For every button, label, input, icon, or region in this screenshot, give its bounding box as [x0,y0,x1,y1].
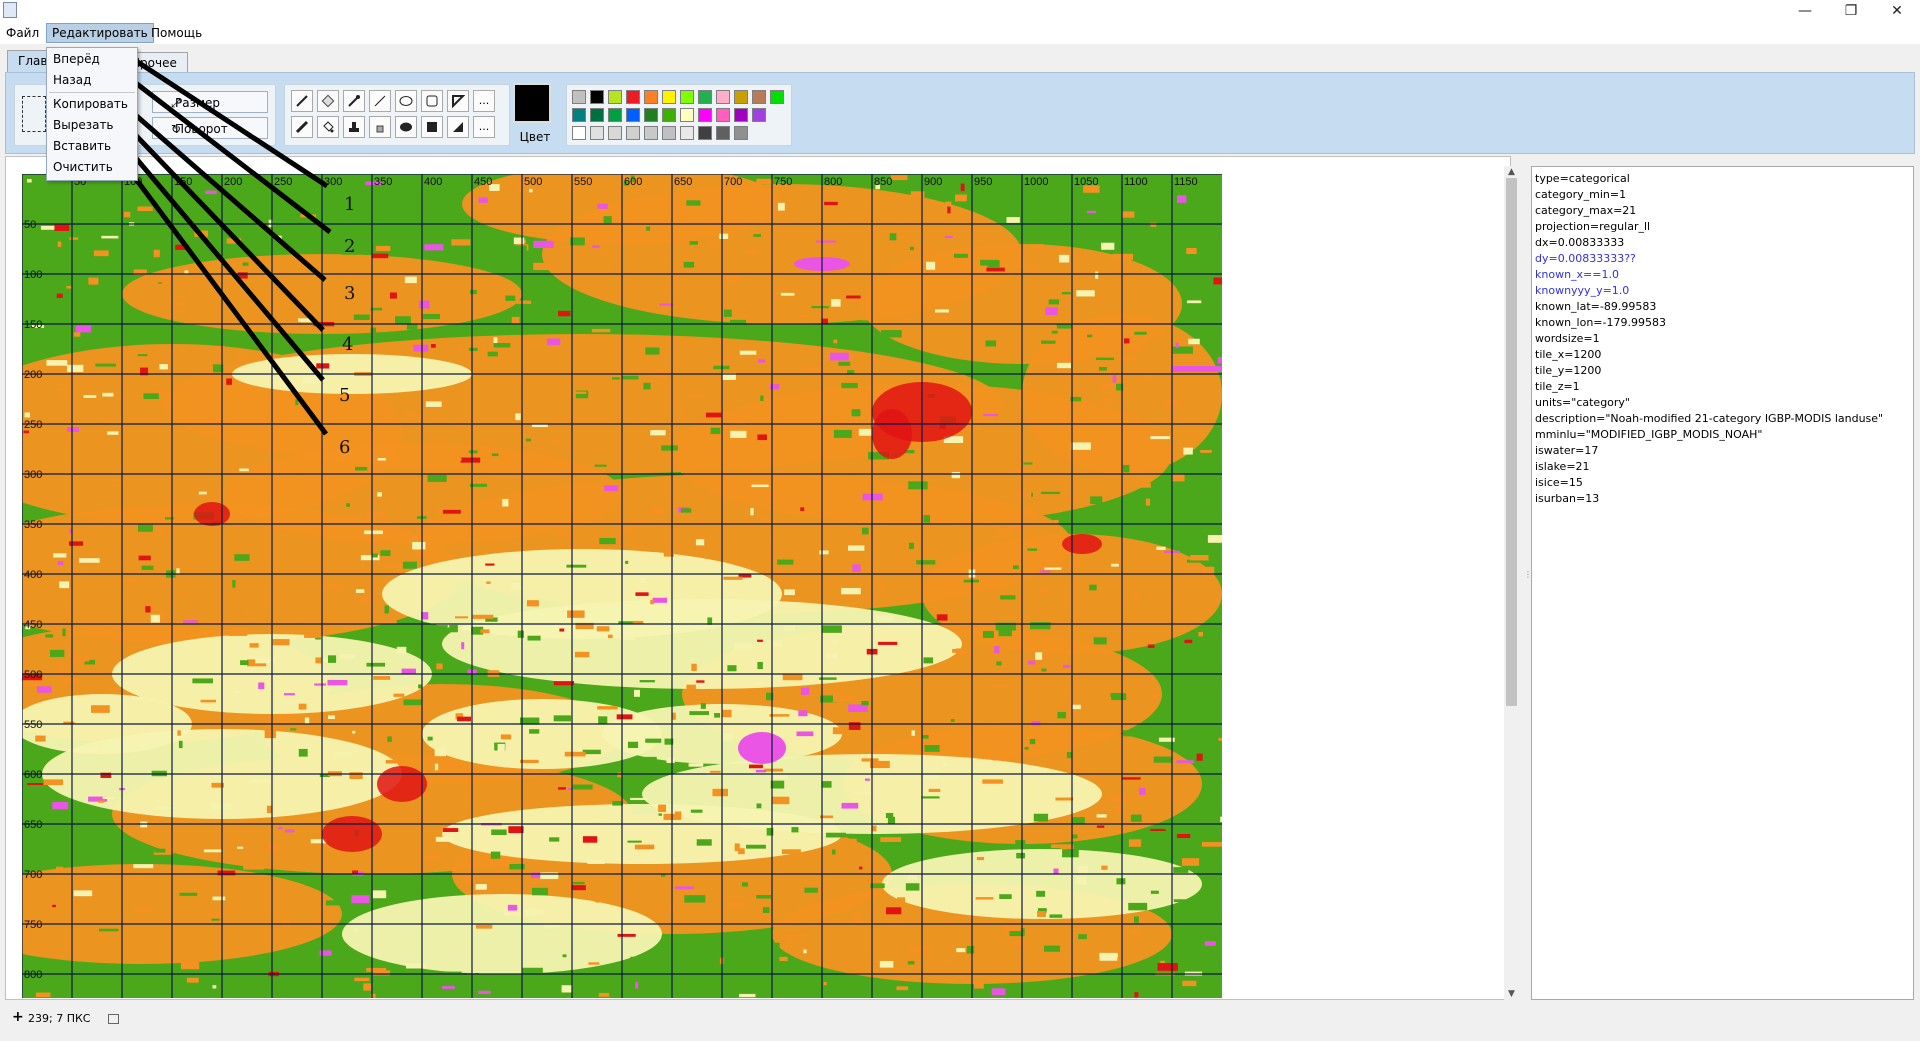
cursor-coordinates: 239; 7 ПКС [28,1012,91,1025]
annotation-line [122,103,327,282]
annotation-number: 6 [339,437,351,458]
annotation-overlay [121,50,332,436]
menu-item-undo[interactable]: Назад [53,71,91,89]
annotation-number: 5 [339,385,351,406]
annotation-number: 3 [344,283,356,304]
menu-item-redo[interactable]: Вперёд [53,50,100,68]
menu-item-clear[interactable]: Очистить [53,158,113,176]
annotation-line [122,50,329,189]
status-bar: + 239; 7 ПКС [0,1000,1920,1041]
menu-item-cut[interactable]: Вырезать [53,116,114,134]
menu-item-copy[interactable]: Копировать [53,95,128,113]
annotation-line [122,142,325,382]
menu-separator [49,92,135,93]
edit-menu-dropdown: Вперёд Назад Копировать Вырезать Вставит… [46,47,138,181]
selection-size-icon [108,1014,119,1024]
annotation-number: 1 [344,194,356,215]
annotation-number: 4 [342,334,354,355]
annotation-number: 2 [344,236,356,257]
menu-item-paste[interactable]: Вставить [53,137,111,155]
crosshair-icon: + [12,1009,24,1025]
